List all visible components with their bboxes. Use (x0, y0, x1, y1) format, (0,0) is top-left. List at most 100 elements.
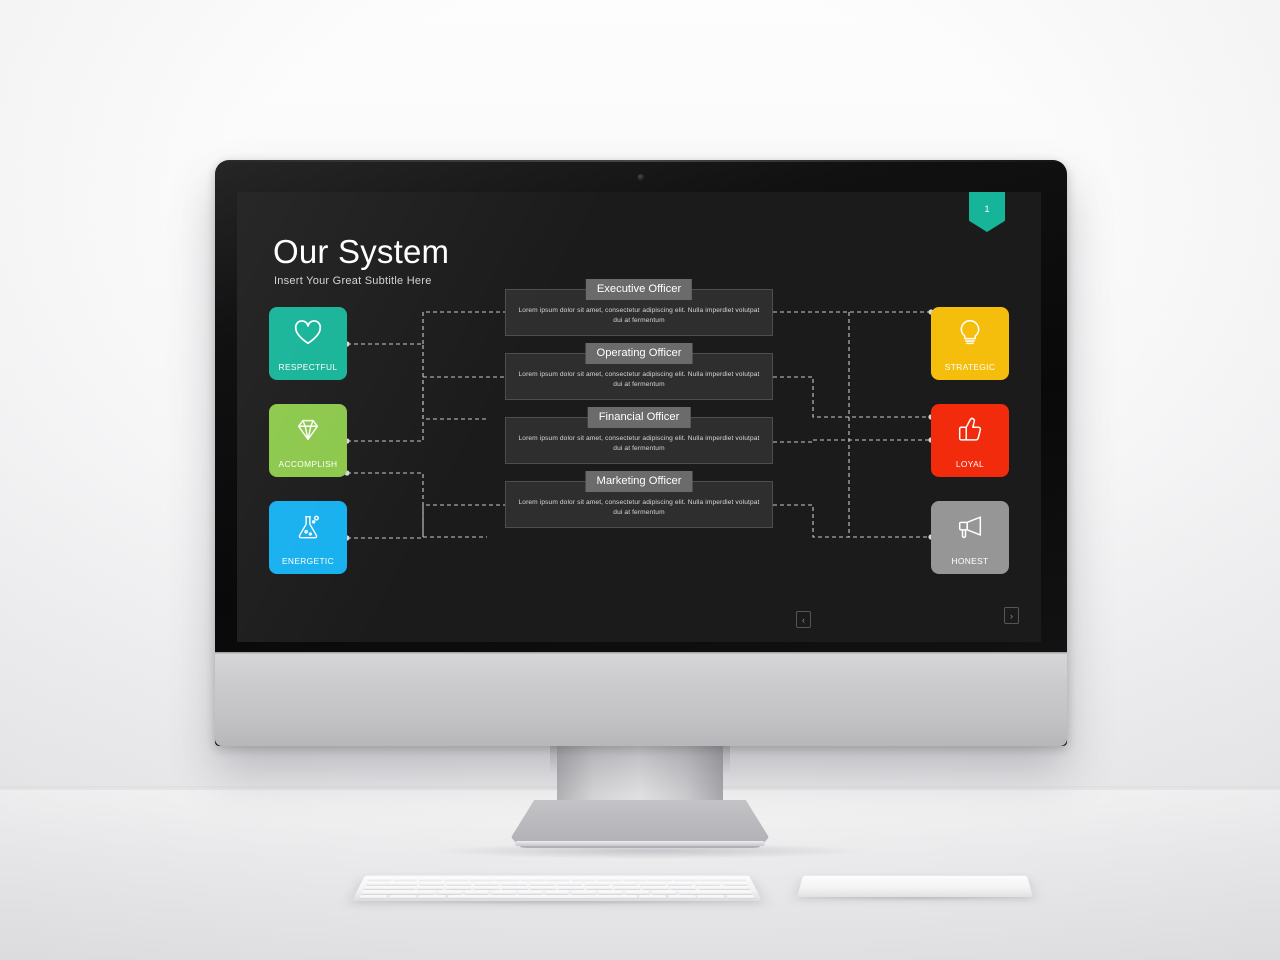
card-honest[interactable]: HONEST (931, 501, 1009, 574)
card-strategic[interactable]: STRATEGIC (931, 307, 1009, 380)
key (470, 877, 494, 881)
key (697, 886, 751, 890)
card-respectful[interactable]: RESPECTFUL (269, 307, 347, 380)
officer-block-executive[interactable]: Executive Officer Lorem ipsum dolor sit … (505, 279, 773, 336)
keyboard-row (359, 895, 755, 899)
diamond-icon (297, 419, 319, 441)
officer-title: Financial Officer (587, 407, 691, 428)
lightbulb-icon (960, 320, 980, 345)
key (393, 877, 418, 881)
officer-block-financial[interactable]: Financial Officer Lorem ipsum dolor sit … (505, 407, 773, 464)
key (363, 886, 417, 890)
card-energetic[interactable]: ENERGETIC (269, 501, 347, 574)
key (417, 886, 445, 890)
officer-body: Lorem ipsum dolor sit amet, consectetur … (518, 371, 760, 388)
officer-block-marketing[interactable]: Marketing Officer Lorem ipsum dolor sit … (505, 471, 773, 528)
monitor-foot-lip (515, 841, 765, 846)
key (598, 890, 623, 895)
key (474, 881, 500, 886)
keyboard-keys (359, 877, 755, 899)
flask-icon (298, 515, 319, 539)
keyboard-row (361, 890, 753, 895)
keyboard[interactable] (352, 875, 762, 901)
key (678, 890, 753, 895)
officer-block-operating[interactable]: Operating Officer Lorem ipsum dolor sit … (505, 343, 773, 400)
key (673, 877, 698, 881)
officer-title: Marketing Officer (585, 471, 693, 492)
card-loyal[interactable]: LOYAL (931, 404, 1009, 477)
megaphone-icon (958, 516, 982, 539)
key (558, 886, 584, 890)
card-label: ACCOMPLISH (278, 459, 338, 469)
key (418, 895, 447, 899)
trackpad[interactable] (797, 875, 1033, 897)
monitor-chin-edge (215, 652, 1067, 655)
key (667, 895, 696, 899)
key (651, 890, 677, 895)
officer-body: Lorem ipsum dolor sit amet, consectetur … (518, 435, 760, 452)
key (613, 886, 641, 890)
key (517, 890, 543, 895)
officer-title: Executive Officer (585, 279, 693, 300)
officer-title: Operating Officer (585, 343, 693, 364)
key (361, 890, 436, 895)
card-label: RESPECTFUL (278, 362, 338, 372)
card-label: STRATEGIC (944, 362, 996, 372)
key (584, 881, 610, 886)
key (501, 886, 528, 890)
key (473, 886, 501, 890)
key (571, 890, 597, 895)
thumbs-up-icon (958, 417, 982, 441)
key (418, 881, 446, 886)
card-label: LOYAL (955, 459, 985, 469)
key (529, 881, 555, 886)
key (365, 881, 418, 886)
key (464, 890, 490, 895)
key (571, 877, 596, 881)
key (544, 890, 570, 895)
key (359, 895, 388, 899)
key (367, 877, 393, 881)
key (669, 886, 697, 890)
key (437, 890, 463, 895)
key (418, 877, 444, 881)
key (556, 881, 583, 886)
keyboard-row (365, 881, 749, 886)
key (666, 881, 693, 886)
key (697, 895, 726, 899)
key (698, 877, 747, 881)
spacebar-key (447, 895, 638, 899)
key (622, 877, 647, 881)
key (445, 886, 473, 890)
keyboard-row (367, 877, 747, 881)
keyboard-row (363, 886, 751, 890)
key (501, 881, 528, 886)
key (611, 881, 638, 886)
card-label: HONEST (951, 556, 989, 566)
key (597, 877, 621, 881)
key (721, 881, 749, 886)
key (495, 877, 520, 881)
key (446, 881, 473, 886)
key (638, 895, 667, 899)
key (641, 886, 669, 890)
heart-icon (294, 320, 322, 345)
key (624, 890, 650, 895)
key (639, 881, 666, 886)
key (388, 895, 417, 899)
key (546, 877, 570, 881)
bezel-highlight (215, 160, 1067, 162)
officer-body: Lorem ipsum dolor sit amet, consectetur … (518, 499, 760, 516)
monitor-chin (215, 652, 1067, 746)
key (491, 890, 516, 895)
desktop-monitor: 1 Our System Insert Your Great Subtitle … (215, 160, 1067, 746)
key (444, 877, 469, 881)
key (647, 877, 672, 881)
webcam-icon (637, 174, 645, 181)
presentation-slide: 1 Our System Insert Your Great Subtitle … (237, 192, 1041, 642)
key (521, 877, 545, 881)
card-accomplish[interactable]: ACCOMPLISH (269, 404, 347, 477)
card-label: ENERGETIC (281, 556, 334, 566)
key (586, 886, 613, 890)
key (726, 895, 755, 899)
